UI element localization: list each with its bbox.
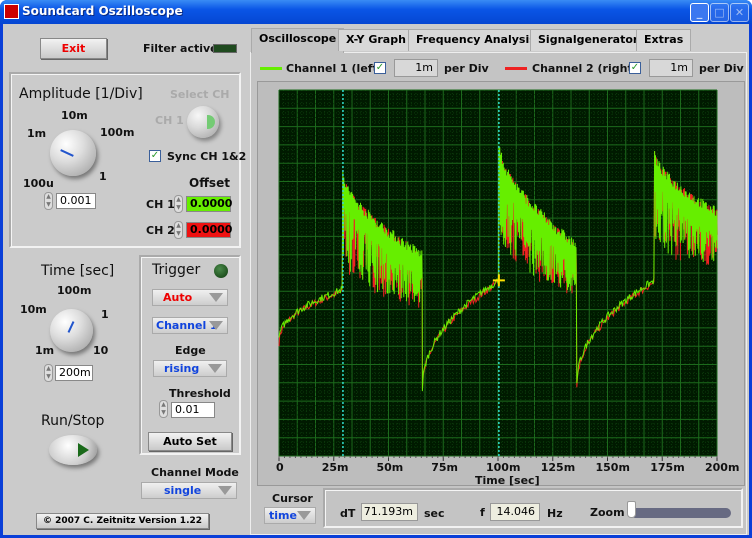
dt-value: 71.193m [361, 503, 418, 521]
close-button[interactable]: ✕ [730, 3, 749, 22]
zoom-label: Zoom [590, 506, 625, 519]
cursor-label: Cursor [272, 492, 313, 505]
f-unit: Hz [547, 507, 563, 520]
zoom-slider-handle[interactable] [627, 501, 636, 518]
scope-icon [4, 4, 19, 19]
title-bar[interactable]: Soundcard Oszilloscope _ □ ✕ [0, 0, 752, 24]
x-tick-label: 150m [595, 461, 630, 474]
f-value: 14.046 [490, 503, 540, 521]
x-tick-label: 125m [540, 461, 576, 474]
x-tick-label: 75m [431, 461, 459, 474]
cursor-mode-dropdown[interactable]: time [264, 507, 316, 524]
x-tick-label: 175m [650, 461, 685, 474]
window-title: Soundcard Oszilloscope [22, 4, 183, 18]
x-tick-label: 25m [321, 461, 349, 474]
zoom-slider[interactable] [630, 508, 731, 518]
window: Soundcard Oszilloscope _ □ ✕ Exit Filter… [0, 0, 752, 538]
x-tick-label: 0 [276, 461, 284, 474]
dt-label: dT [340, 507, 356, 520]
cursor-mode-value: time [269, 509, 297, 522]
x-tick-label: 50m [376, 461, 404, 474]
client-area: Exit Filter active Amplitude [1/Div] 100… [3, 24, 749, 535]
f-label: f [480, 506, 485, 519]
x-tick-label: 100m [486, 461, 521, 474]
maximize-button[interactable]: □ [710, 3, 729, 22]
oscilloscope-chart[interactable] [3, 24, 749, 535]
x-tick-label: 200m [705, 461, 740, 474]
minimize-button[interactable]: _ [690, 3, 709, 22]
dt-unit: sec [424, 507, 445, 520]
x-axis-label: Time [sec] [475, 474, 540, 487]
chevron-down-icon [297, 511, 311, 520]
